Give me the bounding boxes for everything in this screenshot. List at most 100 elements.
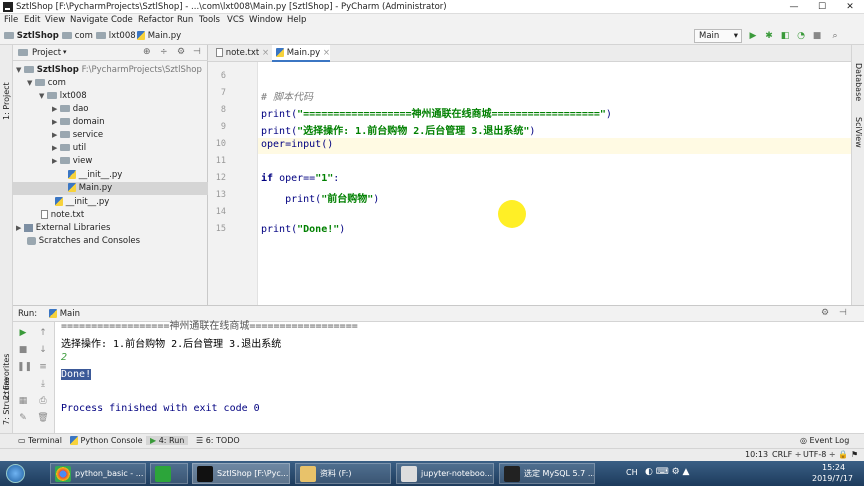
tree-item-label: view — [72, 156, 93, 166]
todo-tab[interactable]: ☰ 6: TODO — [196, 436, 240, 445]
taskbar-jupyter[interactable]: jupyter-noteboo... — [396, 463, 494, 484]
taskbar-pycharm[interactable]: SztlShop [F:\Pyc... — [192, 463, 290, 484]
window-title: SztlShop [F:\PycharmProjects\SztlShop] -… — [16, 2, 447, 12]
line-separator[interactable]: CRLF ÷ — [772, 450, 801, 459]
menu-run[interactable]: Run — [177, 15, 193, 25]
structure-tool-tab[interactable]: 7: Structure — [2, 377, 11, 425]
search-everywhere-icon[interactable]: ⌕ — [830, 31, 840, 41]
pause-icon[interactable]: ❚❚ — [17, 361, 32, 373]
tree-item-scratches[interactable]: Scratches and Consoles — [27, 235, 140, 248]
clock-time[interactable]: 15:24 — [822, 463, 845, 472]
menu-vcs[interactable]: VCS — [227, 15, 244, 25]
lock-icon[interactable]: 🔒 — [838, 450, 848, 459]
taskbar-iqiyi[interactable] — [150, 463, 188, 484]
tree-item-lxt008[interactable]: ▼ lxt008 — [39, 90, 87, 103]
tree-item-external-libraries[interactable]: ▶ External Libraries — [16, 222, 110, 235]
terminal-tab[interactable]: ▭ Terminal — [18, 436, 62, 445]
tab-main-py[interactable]: Main.py × — [272, 45, 330, 62]
collapse-all-icon[interactable]: ÷ — [160, 47, 168, 57]
taskbar-chrome[interactable]: python_basic - ... — [50, 463, 146, 484]
close-icon[interactable]: × — [262, 48, 269, 58]
tree-item-domain[interactable]: ▶ domain — [52, 116, 105, 129]
mouse-cursor-highlight — [498, 200, 526, 228]
project-panel-title[interactable]: Project — [32, 48, 61, 58]
menu-tools[interactable]: Tools — [199, 15, 220, 25]
locate-file-icon[interactable]: ⊕ — [143, 47, 151, 57]
tab-note-txt[interactable]: note.txt × — [212, 45, 272, 62]
run-tab[interactable]: ▶ 4: Run — [146, 436, 189, 445]
menu-view[interactable]: View — [45, 15, 65, 25]
debug-icon[interactable]: ✱ — [764, 31, 774, 41]
close-button[interactable]: ✕ — [836, 0, 864, 14]
gear-icon[interactable]: ⚙ — [177, 47, 185, 57]
tree-item-label: Main.py — [78, 183, 113, 193]
stop-icon[interactable]: ■ — [812, 31, 822, 41]
menu-refactor[interactable]: Refactor — [138, 15, 174, 25]
code-line-9: print("选择操作: 1.前台购物 2.后台管理 3.退出系统") — [261, 122, 535, 137]
up-icon[interactable]: ↑ — [37, 327, 49, 339]
breadcrumb-main-py[interactable]: Main.py — [137, 31, 181, 41]
tree-item-note-txt[interactable]: note.txt — [41, 209, 84, 222]
gear-icon[interactable]: ⚙ — [821, 308, 829, 318]
tray-icons[interactable]: ◐ ⌨ ⚙ ▲ — [645, 467, 689, 477]
python-console-tab[interactable]: Python Console — [70, 436, 143, 445]
print-icon[interactable]: ⎙ — [37, 395, 49, 407]
tree-item-project-root[interactable]: ▼ SztlShop F:\PycharmProjects\SztlShop — [16, 64, 202, 77]
menu-edit[interactable]: Edit — [24, 15, 40, 25]
menu-help[interactable]: Help — [287, 15, 306, 25]
trash-icon[interactable]: 🗑 — [37, 412, 49, 424]
clock-date[interactable]: 2019/7/17 — [812, 474, 853, 483]
code-editor[interactable]: note.txt × Main.py × 6 7 8 9 10 11 12 13… — [208, 45, 851, 305]
menu-navigate[interactable]: Navigate — [70, 15, 108, 25]
project-tool-tab[interactable]: 1: Project — [2, 82, 11, 120]
pin-icon[interactable]: ✎ — [17, 412, 29, 424]
menu-file[interactable]: File — [4, 15, 18, 25]
tree-item-com[interactable]: ▼ com — [27, 77, 66, 90]
chevron-down-icon[interactable]: ▾ — [63, 48, 67, 56]
breadcrumb-lxt008[interactable]: lxt008 › — [96, 31, 142, 41]
tree-item-init-com[interactable]: __init__.py — [55, 196, 109, 209]
menu-window[interactable]: Window — [249, 15, 283, 25]
editor-tabs: note.txt × Main.py × — [208, 45, 851, 62]
tree-item-util[interactable]: ▶ util — [52, 142, 86, 155]
taskbar-explorer[interactable]: 资料 (F:) — [295, 463, 391, 484]
sciview-tool-tab[interactable]: SciView — [854, 117, 863, 148]
tree-item-service[interactable]: ▶ service — [52, 129, 103, 142]
layout-icon[interactable]: ▦ — [17, 395, 29, 407]
caret-position[interactable]: 10:13 — [745, 450, 768, 459]
coverage-icon[interactable]: ◧ — [780, 31, 790, 41]
soft-wrap-icon[interactable]: ≡ — [37, 361, 49, 373]
database-tool-tab[interactable]: Database — [854, 63, 863, 101]
code-line-15: print("Done!") — [261, 224, 345, 235]
tree-item-dao[interactable]: ▶ dao — [52, 103, 89, 116]
hide-panel-icon[interactable]: ⊣ — [839, 308, 847, 318]
tree-item-view[interactable]: ▶ view — [52, 155, 92, 168]
run-icon[interactable]: ▶ — [748, 31, 758, 41]
tree-item-init-lxt008[interactable]: __init__.py — [68, 169, 122, 182]
scroll-to-end-icon[interactable]: ⤓ — [37, 378, 49, 390]
menu-code[interactable]: Code — [111, 15, 133, 25]
taskbar-mysql[interactable]: 选定 MySQL 5.7 ... — [499, 463, 595, 484]
stop-icon[interactable]: ■ — [17, 344, 29, 356]
hide-panel-icon[interactable]: ⊣ — [193, 47, 201, 57]
profile-icon[interactable]: ◔ — [796, 31, 806, 41]
event-log-tab[interactable]: ◎ Event Log — [800, 436, 849, 445]
down-icon[interactable]: ↓ — [37, 344, 49, 356]
folder-icon — [4, 32, 14, 39]
run-configuration-select[interactable]: Main ▾ — [694, 29, 742, 43]
tree-item-main-py[interactable]: Main.py — [13, 182, 208, 195]
maximize-button[interactable]: ☐ — [808, 0, 836, 14]
input-language[interactable]: CH — [626, 468, 638, 477]
rerun-icon[interactable]: ▶ — [17, 327, 29, 339]
minimize-button[interactable]: — — [780, 0, 808, 14]
right-tool-strip: Database SciView — [851, 45, 864, 305]
breadcrumb-project[interactable]: SztlShop › — [4, 31, 65, 41]
console-line-selected: Done! — [61, 369, 92, 380]
file-encoding[interactable]: UTF-8 ÷ — [803, 450, 836, 459]
status-bar: 10:13 CRLF ÷ UTF-8 ÷ 🔒 ⚑ — [0, 448, 864, 461]
notifications-icon[interactable]: ⚑ — [851, 450, 858, 459]
start-button[interactable] — [6, 464, 25, 483]
python-file-icon — [137, 31, 145, 40]
breadcrumb-com[interactable]: com › — [62, 31, 99, 41]
close-icon[interactable]: × — [323, 48, 330, 58]
